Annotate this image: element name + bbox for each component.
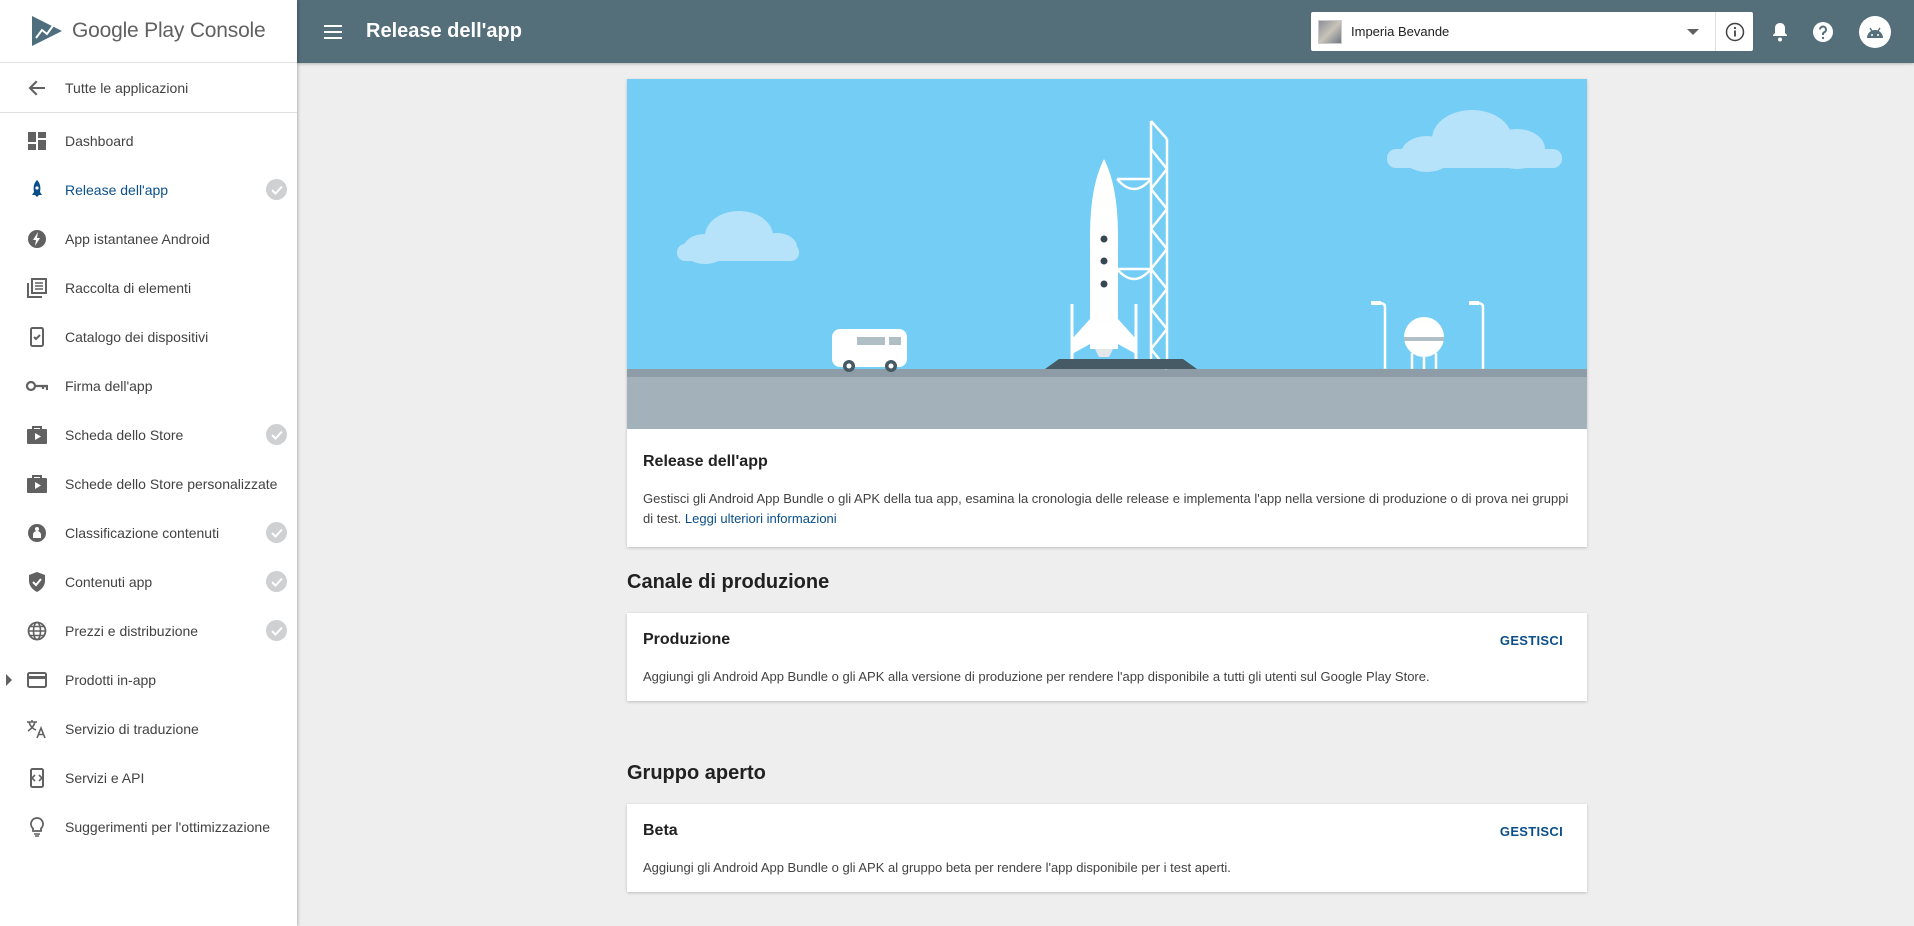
- dashboard-icon: [26, 130, 48, 152]
- back-label: Tutte le applicazioni: [65, 79, 189, 96]
- sidebar-item-services-apis[interactable]: Servizi e API: [0, 753, 297, 802]
- sidebar-item-label: Servizi e API: [65, 769, 145, 786]
- sidebar-item-label: Contenuti app: [65, 573, 153, 590]
- rating-icon: [26, 522, 48, 544]
- rocket-illustration-icon: [627, 79, 1587, 429]
- rocket-launch-illustration: [627, 79, 1587, 429]
- check-icon: [266, 179, 287, 200]
- sidebar-item-label: Servizio di traduzione: [65, 720, 199, 737]
- library-icon: [26, 277, 48, 299]
- arrow-back-icon: [26, 77, 48, 99]
- hamburger-menu-icon[interactable]: [321, 20, 345, 44]
- page-title: Release dell'app: [366, 20, 522, 42]
- check-icon: [266, 424, 287, 445]
- avatar[interactable]: [1859, 16, 1891, 48]
- translate-icon: [26, 718, 48, 740]
- track-description: Aggiungi gli Android App Bundle o gli AP…: [643, 860, 1231, 875]
- beta-track-card: Beta GESTISCI Aggiungi gli Android App B…: [627, 804, 1587, 892]
- sidebar-item-optimization-tips[interactable]: Suggerimenti per l'ottimizzazione: [0, 802, 297, 851]
- sidebar-item-in-app-products[interactable]: Prodotti in-app: [0, 655, 297, 704]
- sidebar-item-artifact-library[interactable]: Raccolta di elementi: [0, 263, 297, 312]
- app-selector[interactable]: Imperia Bevande: [1311, 12, 1753, 51]
- logo-text: Google Play Console: [72, 19, 266, 42]
- track-title: Beta: [643, 822, 678, 839]
- sidebar-item-label: Release dell'app: [65, 181, 169, 198]
- intro-text: Gestisci gli Android App Bundle o gli AP…: [643, 491, 1569, 526]
- track-description: Aggiungi gli Android App Bundle o gli AP…: [643, 669, 1430, 684]
- store-icon: [26, 424, 48, 446]
- check-icon: [266, 522, 287, 543]
- sidebar-item-label: Dashboard: [65, 132, 134, 149]
- lightbulb-icon: [26, 816, 48, 838]
- main-content: Release dell'app Gestisci gli Android Ap…: [627, 79, 1587, 892]
- sidebar-item-store-listing[interactable]: Scheda dello Store: [0, 410, 297, 459]
- sidebar-item-label: Firma dell'app: [65, 377, 153, 394]
- sidebar-item-label: Prezzi e distribuzione: [65, 622, 199, 639]
- section-title-production-channel: Canale di produzione: [627, 571, 830, 593]
- sidebar-item-instant-apps[interactable]: App istantanee Android: [0, 214, 297, 263]
- sidebar-item-label: Raccolta di elementi: [65, 279, 192, 296]
- production-track-card: Produzione GESTISCI Aggiungi gli Android…: [627, 613, 1587, 701]
- card-icon: [26, 669, 48, 691]
- device-check-icon: [26, 326, 48, 348]
- sidebar-item-dashboard[interactable]: Dashboard: [0, 116, 297, 165]
- sidebar-item-pricing-distribution[interactable]: Prezzi e distribuzione: [0, 606, 297, 655]
- dropdown-arrow-icon[interactable]: [1687, 28, 1699, 35]
- shield-icon: [26, 571, 48, 593]
- sidebar-item-label: Suggerimenti per l'ottimizzazione: [65, 818, 270, 835]
- track-title: Produzione: [643, 631, 731, 648]
- globe-icon: [26, 620, 48, 642]
- intro-card: Release dell'app Gestisci gli Android Ap…: [627, 79, 1587, 547]
- store-icon: [26, 473, 48, 495]
- help-icon[interactable]: [1811, 20, 1835, 44]
- sidebar-item-custom-store-listings[interactable]: Schede dello Store personalizzate: [0, 459, 297, 508]
- app-name: Imperia Bevande: [1351, 24, 1450, 39]
- rocket-icon: [26, 179, 48, 201]
- play-console-logo[interactable]: Google Play Console: [0, 0, 297, 63]
- intro-body: Release dell'app Gestisci gli Android Ap…: [627, 429, 1587, 547]
- check-icon: [266, 571, 287, 592]
- android-icon: [1867, 27, 1883, 38]
- learn-more-link[interactable]: Leggi ulteriori informazioni: [685, 511, 837, 526]
- bell-icon[interactable]: [1768, 20, 1792, 44]
- sidebar-item-app-signing[interactable]: Firma dell'app: [0, 361, 297, 410]
- key-icon: [26, 375, 48, 397]
- sidebar-item-label: Classificazione contenuti: [65, 524, 220, 541]
- manage-production-button[interactable]: GESTISCI: [1500, 633, 1563, 648]
- sidebar: Google Play Console Tutte le applicazion…: [0, 0, 297, 926]
- sidebar-item-app-content[interactable]: Contenuti app: [0, 557, 297, 606]
- intro-title: Release dell'app: [643, 453, 768, 470]
- api-icon: [26, 767, 48, 789]
- info-icon[interactable]: [1715, 12, 1753, 51]
- sidebar-item-label: Scheda dello Store: [65, 426, 184, 443]
- bolt-icon: [26, 228, 48, 250]
- back-to-all-apps[interactable]: Tutte le applicazioni: [0, 63, 297, 113]
- expand-caret-icon[interactable]: [6, 674, 12, 686]
- sidebar-item-translation-service[interactable]: Servizio di traduzione: [0, 704, 297, 753]
- check-icon: [266, 620, 287, 641]
- sidebar-item-label: App istantanee Android: [65, 230, 210, 247]
- sidebar-item-label: Schede dello Store personalizzate: [65, 475, 278, 492]
- sidebar-item-label: Catalogo dei dispositivi: [65, 328, 209, 345]
- play-console-logo-icon: [32, 16, 62, 46]
- section-title-open-track: Gruppo aperto: [627, 762, 766, 784]
- sidebar-item-release[interactable]: Release dell'app: [0, 165, 297, 214]
- manage-beta-button[interactable]: GESTISCI: [1500, 824, 1563, 839]
- sidebar-item-content-rating[interactable]: Classificazione contenuti: [0, 508, 297, 557]
- sidebar-nav: Dashboard Release dell'app App istantane…: [0, 113, 297, 851]
- sidebar-item-device-catalog[interactable]: Catalogo dei dispositivi: [0, 312, 297, 361]
- app-thumbnail: [1318, 19, 1342, 44]
- sidebar-item-label: Prodotti in-app: [65, 671, 157, 688]
